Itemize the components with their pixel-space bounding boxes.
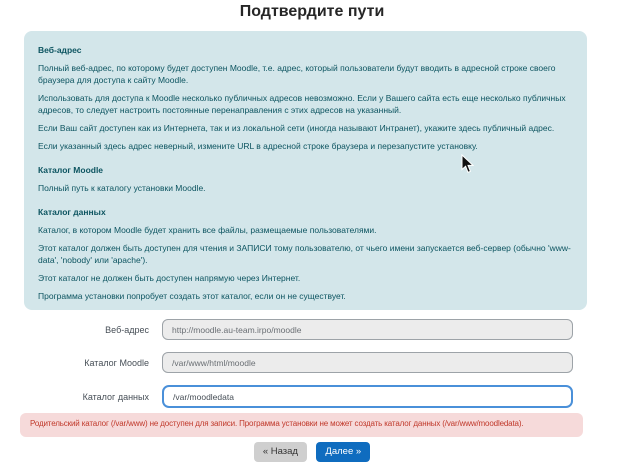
info-section-data-dir: Каталог данных Каталог, в котором Moodle… <box>38 206 573 302</box>
wizard-buttons: « Назад Далее » <box>0 442 624 462</box>
moodle-dir-label: Каталог Moodle <box>0 358 162 368</box>
info-paragraph: Этот каталог должен быть доступен для чт… <box>38 242 573 266</box>
info-heading: Каталог данных <box>38 206 573 218</box>
form-row-web-address: Веб-адрес <box>0 319 624 340</box>
info-paragraph: Использовать для доступа к Moodle нескол… <box>38 92 573 116</box>
info-paragraph: Программа установки попробует создать эт… <box>38 290 573 302</box>
form-row-data-dir: Каталог данных <box>0 385 624 408</box>
web-address-input[interactable] <box>162 319 573 340</box>
error-message: Родительский каталог (/var/www) не досту… <box>30 419 523 428</box>
error-alert: Родительский каталог (/var/www) не досту… <box>20 413 583 437</box>
info-paragraph: Каталог, в котором Moodle будет хранить … <box>38 224 573 236</box>
web-address-label: Веб-адрес <box>0 325 162 335</box>
info-paragraph: Этот каталог не должен быть доступен нап… <box>38 272 573 284</box>
info-section-moodle-dir: Каталог Moodle Полный путь к каталогу ус… <box>38 164 573 194</box>
info-paragraph: Полный путь к каталогу установки Moodle. <box>38 182 573 194</box>
page-title: Подтвердите пути <box>0 3 624 21</box>
data-dir-label: Каталог данных <box>0 392 162 402</box>
info-section-web-address: Веб-адрес Полный веб-адрес, по которому … <box>38 44 573 152</box>
next-button[interactable]: Далее » <box>316 442 370 462</box>
paths-form: Веб-адрес Каталог Moodle Каталог данных <box>0 319 624 420</box>
moodle-dir-input[interactable] <box>162 352 573 373</box>
paths-info-box: Веб-адрес Полный веб-адрес, по которому … <box>24 31 587 310</box>
data-dir-input[interactable] <box>162 385 573 408</box>
info-paragraph: Если Ваш сайт доступен как из Интернета,… <box>38 122 573 134</box>
info-paragraph: Если указанный здесь адрес неверный, изм… <box>38 140 573 152</box>
form-row-moodle-dir: Каталог Moodle <box>0 352 624 373</box>
info-heading: Веб-адрес <box>38 44 573 56</box>
info-paragraph: Полный веб-адрес, по которому будет дост… <box>38 62 573 86</box>
back-button[interactable]: « Назад <box>254 442 307 462</box>
info-heading: Каталог Moodle <box>38 164 573 176</box>
